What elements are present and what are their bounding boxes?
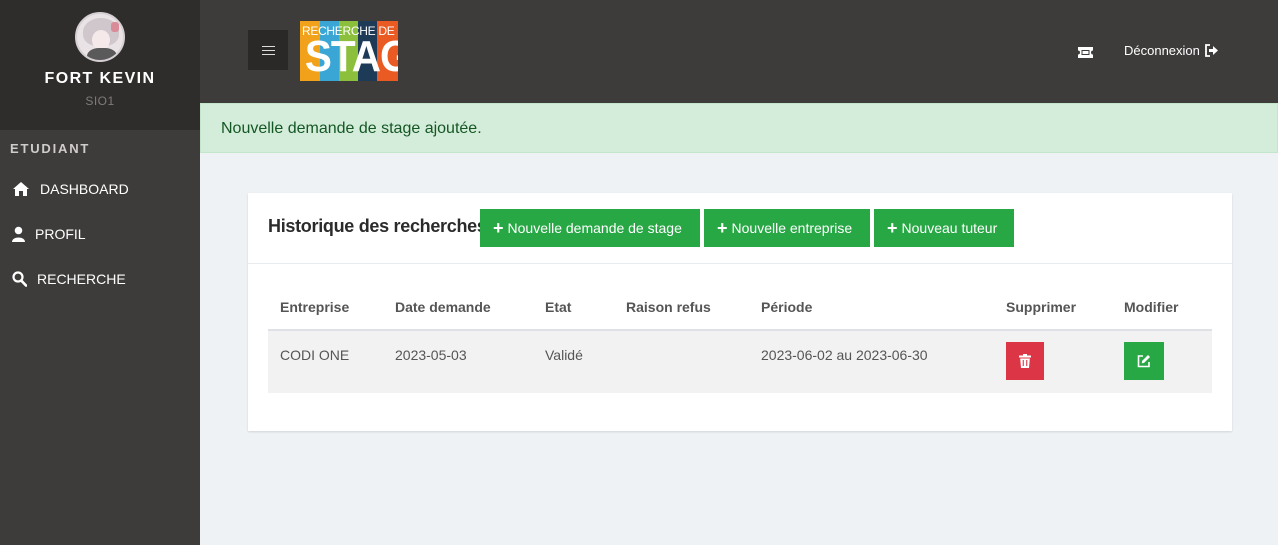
- sidebar-item-label: PROFIL: [35, 225, 86, 242]
- history-table: Entreprise Date demande Etat Raison refu…: [268, 284, 1212, 393]
- sidebar-section-label: ETUDIANT: [10, 141, 91, 156]
- plus-icon: +: [717, 218, 728, 238]
- menu-toggle-button[interactable]: [248, 30, 288, 70]
- user-profile: FORT KEVIN SIO1: [0, 0, 200, 130]
- sidebar-item-recherche[interactable]: RECHERCHE: [0, 256, 200, 301]
- button-label: Nouvelle entreprise: [731, 220, 853, 236]
- sidebar-item-dashboard[interactable]: DASHBOARD: [0, 166, 200, 211]
- cell-raison: [614, 330, 749, 393]
- app-logo[interactable]: RECHERCHE DE STAGE: [300, 21, 398, 81]
- button-label: Nouvelle demande de stage: [507, 220, 682, 236]
- user-class: SIO1: [85, 94, 115, 108]
- cell-etat: Validé: [533, 330, 614, 393]
- search-icon: [12, 270, 27, 287]
- cell-periode: 2023-06-02 au 2023-06-30: [749, 330, 994, 393]
- new-company-button[interactable]: + Nouvelle entreprise: [704, 209, 870, 247]
- ticket-icon[interactable]: [1078, 45, 1093, 63]
- table-header-row: Entreprise Date demande Etat Raison refu…: [268, 284, 1212, 331]
- cell-modifier: [1112, 330, 1212, 393]
- card-title: Historique des recherches: [268, 216, 487, 236]
- sign-out-icon: [1204, 44, 1218, 57]
- new-tutor-button[interactable]: + Nouveau tuteur: [874, 209, 1014, 247]
- success-alert: Nouvelle demande de stage ajoutée.: [200, 103, 1278, 153]
- table-row: CODI ONE 2023-05-03 Validé 2023-06-02 au…: [268, 330, 1212, 393]
- col-raison-refus: Raison refus: [614, 284, 749, 331]
- col-entreprise: Entreprise: [268, 284, 383, 331]
- history-card: Historique des recherches + Nouvelle dem…: [248, 193, 1232, 431]
- sidebar: FORT KEVIN SIO1 ETUDIANT DASHBOARD PROFI…: [0, 0, 200, 545]
- home-icon: [13, 181, 29, 196]
- col-date-demande: Date demande: [383, 284, 533, 331]
- avatar: [75, 12, 125, 62]
- col-etat: Etat: [533, 284, 614, 331]
- col-periode: Période: [749, 284, 994, 331]
- plus-icon: +: [887, 218, 898, 238]
- cell-supprimer: [994, 330, 1112, 393]
- cell-date: 2023-05-03: [383, 330, 533, 393]
- col-supprimer: Supprimer: [994, 284, 1112, 331]
- new-stage-request-button[interactable]: + Nouvelle demande de stage: [480, 209, 700, 247]
- edit-button[interactable]: [1124, 342, 1164, 380]
- card-header: Historique des recherches + Nouvelle dem…: [248, 193, 1232, 264]
- logout-label: Déconnexion: [1124, 43, 1200, 58]
- delete-button[interactable]: [1006, 342, 1044, 380]
- plus-icon: +: [493, 218, 504, 238]
- trash-icon: [1019, 354, 1031, 368]
- sidebar-item-label: RECHERCHE: [37, 270, 126, 287]
- logout-button[interactable]: Déconnexion: [1124, 43, 1219, 58]
- user-name: FORT KEVIN: [44, 70, 156, 87]
- logo-text-big: STAGE: [304, 32, 398, 81]
- user-icon: [12, 226, 25, 242]
- cell-entreprise: CODI ONE: [268, 330, 383, 393]
- button-label: Nouveau tuteur: [901, 220, 998, 236]
- sidebar-item-profil[interactable]: PROFIL: [0, 211, 200, 256]
- col-modifier: Modifier: [1112, 284, 1212, 331]
- edit-icon: [1137, 355, 1150, 368]
- topbar: RECHERCHE DE STAGE Déconnexion: [200, 0, 1278, 103]
- sidebar-item-label: DASHBOARD: [40, 180, 129, 197]
